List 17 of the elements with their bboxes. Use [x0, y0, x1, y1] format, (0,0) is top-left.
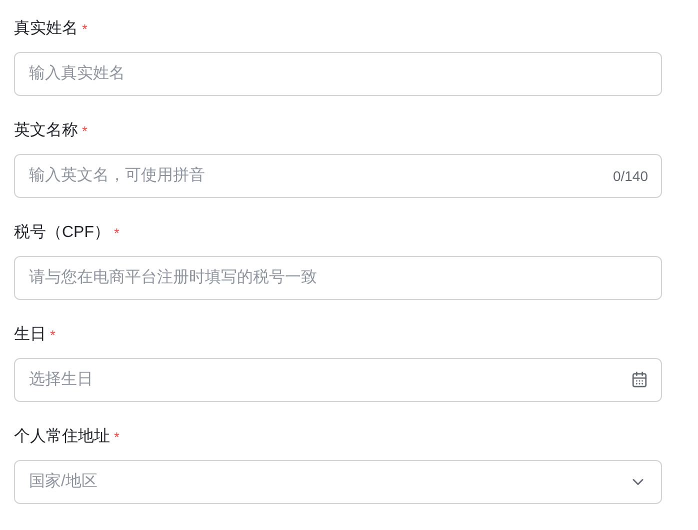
required-mark: * — [114, 224, 120, 242]
date-field[interactable]: 选择生日 — [14, 358, 662, 402]
field-label: 英文名称 — [14, 120, 78, 141]
character-counter: 0/140 — [612, 167, 648, 186]
field-label: 生日 — [14, 324, 46, 345]
required-mark: * — [82, 122, 88, 140]
select-placeholder: 国家/地区 — [29, 472, 98, 492]
input-field[interactable]: 输入真实姓名 — [14, 52, 662, 96]
required-mark: * — [114, 428, 120, 446]
required-mark: * — [50, 326, 56, 344]
field-label: 个人常住地址 — [14, 426, 110, 447]
required-mark: * — [82, 20, 88, 38]
country-select[interactable]: 国家/地区 — [14, 460, 662, 504]
field-label: 真实姓名 — [14, 18, 78, 39]
input-field[interactable]: 请与您在电商平台注册时填写的税号一致 — [14, 256, 662, 300]
calendar-icon — [631, 371, 648, 388]
field-label: 税号（CPF） — [14, 222, 110, 243]
